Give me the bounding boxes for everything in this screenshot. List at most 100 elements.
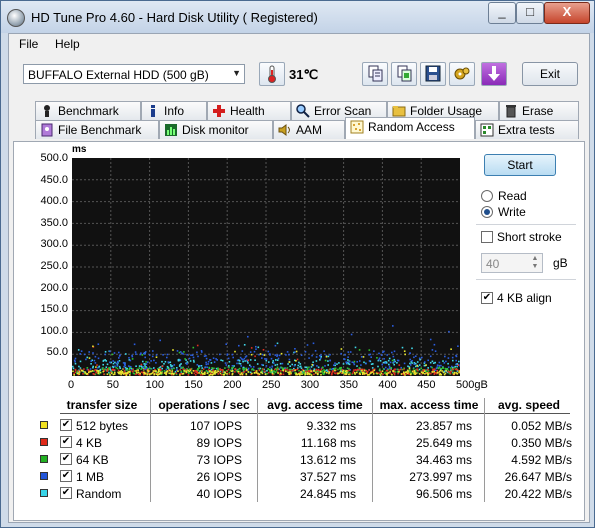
scatter-point bbox=[140, 371, 143, 373]
scatter-point bbox=[312, 361, 314, 363]
scatter-point bbox=[380, 354, 383, 356]
tab-file-benchmark[interactable]: File Benchmark bbox=[35, 120, 159, 139]
scatter-point bbox=[265, 365, 268, 367]
align-checkbox[interactable]: ✔ bbox=[481, 292, 493, 304]
scatter-point bbox=[242, 367, 244, 370]
tab-info[interactable]: Info bbox=[141, 101, 207, 120]
tab-extra-tests[interactable]: Extra tests bbox=[475, 120, 579, 139]
scatter-point bbox=[207, 360, 210, 363]
scatter-point bbox=[238, 362, 240, 365]
title-bar[interactable]: HD Tune Pro 4.60 - Hard Disk Utility ( R… bbox=[1, 1, 594, 33]
series-color-swatch bbox=[40, 421, 48, 429]
scatter-point bbox=[454, 368, 457, 371]
scatter-point bbox=[336, 363, 338, 365]
copy-info-icon[interactable] bbox=[362, 62, 388, 86]
scatter-point bbox=[388, 363, 390, 366]
scatter-point bbox=[411, 360, 413, 362]
series-checkbox[interactable]: ✔ bbox=[60, 419, 72, 431]
scatter-point bbox=[440, 373, 443, 376]
scatter-point bbox=[345, 361, 347, 363]
scatter-point bbox=[371, 367, 374, 369]
menu-file[interactable]: File bbox=[19, 37, 38, 51]
scatter-point bbox=[386, 354, 388, 356]
spinner-down-icon[interactable]: ▼ bbox=[529, 263, 541, 271]
series-color-swatch bbox=[40, 438, 48, 446]
scatter-point bbox=[346, 370, 348, 372]
scatter-point bbox=[155, 370, 157, 372]
series-checkbox[interactable]: ✔ bbox=[60, 436, 72, 448]
copy-screen-icon[interactable] bbox=[391, 62, 417, 86]
scatter-point bbox=[173, 364, 176, 366]
scatter-point bbox=[258, 369, 261, 372]
drive-select[interactable]: BUFFALO External HDD (500 gB) ▼ bbox=[23, 64, 245, 84]
scatter-point bbox=[181, 352, 183, 354]
max-access-cell: 96.506 ms bbox=[415, 487, 472, 501]
scatter-point bbox=[450, 348, 452, 350]
transfer-size-cell: 4 KB bbox=[76, 436, 103, 450]
scatter-point bbox=[163, 363, 165, 365]
scatter-point bbox=[406, 369, 409, 372]
read-radio[interactable] bbox=[481, 190, 493, 202]
scatter-point bbox=[458, 370, 461, 372]
download-icon[interactable] bbox=[481, 62, 507, 86]
scatter-point bbox=[153, 367, 155, 369]
transfer-size-cell: 64 KB bbox=[76, 453, 109, 467]
start-button[interactable]: Start bbox=[484, 154, 556, 176]
scatter-point bbox=[261, 372, 264, 375]
info-icon bbox=[146, 104, 160, 118]
tab-health[interactable]: Health bbox=[207, 101, 291, 120]
scatter-point bbox=[273, 362, 275, 364]
scatter-point bbox=[351, 361, 354, 363]
scatter-point bbox=[438, 370, 441, 373]
scatter-point bbox=[310, 366, 313, 368]
scatter-point bbox=[258, 367, 261, 370]
scatter-point bbox=[88, 351, 90, 353]
scatter-point bbox=[199, 365, 201, 367]
spinner-up-icon[interactable]: ▲ bbox=[529, 255, 541, 263]
short-stroke-checkbox[interactable] bbox=[481, 231, 493, 243]
scatter-point bbox=[308, 370, 310, 372]
maximize-button[interactable]: □ bbox=[516, 2, 544, 24]
close-button[interactable]: X bbox=[544, 2, 590, 24]
scatter-point bbox=[300, 371, 302, 373]
scatter-point bbox=[214, 373, 216, 375]
scatter-point bbox=[201, 367, 203, 369]
write-radio[interactable] bbox=[481, 206, 493, 218]
minimize-button[interactable]: _ bbox=[488, 2, 516, 24]
tab-erase[interactable]: Erase bbox=[499, 101, 579, 120]
series-checkbox[interactable]: ✔ bbox=[60, 453, 72, 465]
stroke-size-spinner[interactable]: 40 ▲ ▼ bbox=[481, 253, 543, 273]
tab-benchmark[interactable]: Benchmark bbox=[35, 101, 141, 120]
scatter-point bbox=[109, 361, 111, 364]
scatter-point bbox=[166, 353, 169, 356]
series-checkbox[interactable]: ✔ bbox=[60, 487, 72, 499]
temperature-readout: 31℃ bbox=[289, 67, 319, 82]
scatter-point bbox=[287, 363, 289, 365]
menu-help[interactable]: Help bbox=[55, 37, 80, 51]
scatter-point bbox=[413, 369, 416, 372]
scatter-point bbox=[295, 350, 298, 353]
scatter-point bbox=[99, 368, 102, 371]
scatter-point bbox=[224, 367, 226, 369]
tab-disk-monitor[interactable]: Disk monitor bbox=[159, 120, 273, 139]
tab-container: Benchmark Info Health Error Scan Folder … bbox=[13, 101, 585, 521]
exit-button[interactable]: Exit bbox=[522, 62, 578, 86]
save-icon[interactable] bbox=[420, 62, 446, 86]
options-icon[interactable] bbox=[449, 62, 475, 86]
scatter-point bbox=[416, 361, 419, 363]
tab-label: Folder Usage bbox=[410, 104, 483, 118]
scatter-point bbox=[358, 369, 361, 371]
scatter-point bbox=[443, 362, 446, 364]
scatter-point bbox=[114, 365, 116, 367]
scatter-point bbox=[288, 353, 290, 356]
scatter-point bbox=[112, 362, 115, 365]
scatter-point bbox=[194, 369, 197, 372]
scatter-point bbox=[108, 372, 111, 375]
scatter-point bbox=[280, 372, 282, 375]
series-color-swatch bbox=[40, 472, 48, 480]
tab-aam[interactable]: AAM bbox=[273, 120, 345, 139]
scatter-point bbox=[353, 369, 355, 371]
scatter-point bbox=[291, 370, 293, 372]
tab-random-access[interactable]: Random Access bbox=[345, 117, 475, 139]
series-checkbox[interactable]: ✔ bbox=[60, 470, 72, 482]
